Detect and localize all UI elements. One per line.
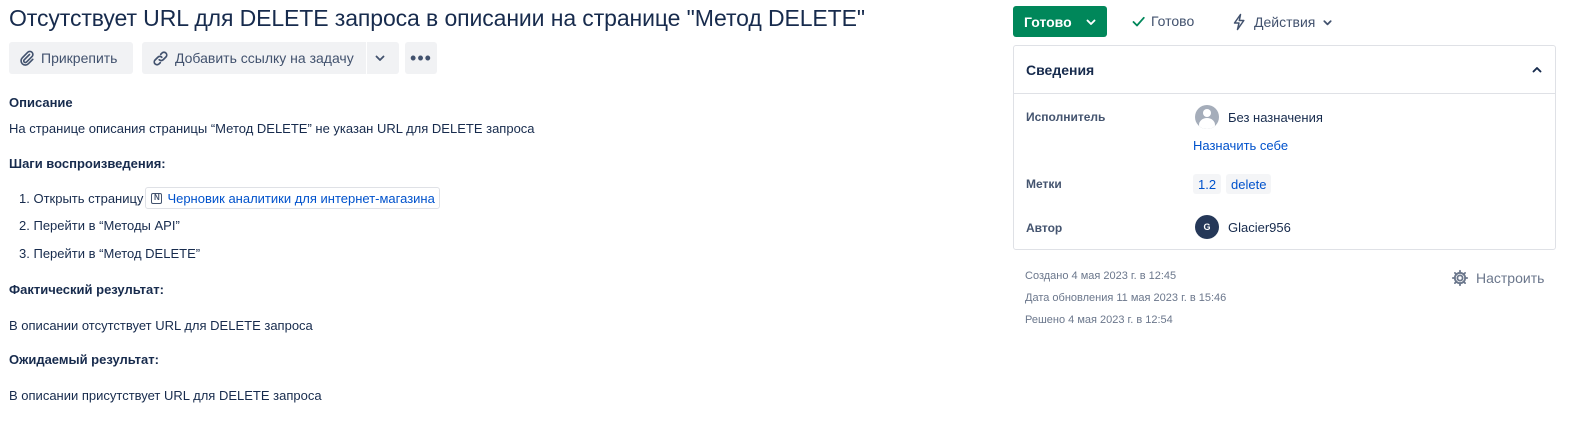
link-issue-button[interactable]: Добавить ссылку на задачу [142, 42, 366, 74]
updated-timestamp: Дата обновления 11 мая 2023 г. в 15:46 [1025, 292, 1227, 304]
step-number: 3. [19, 246, 30, 261]
link-issue-label: Добавить ссылку на задачу [175, 50, 354, 66]
check-icon [1132, 16, 1145, 26]
steps-heading: Шаги воспроизведения: [9, 156, 166, 171]
list-item: 3. Перейти в “Метод DELETE” [19, 246, 200, 261]
paperclip-icon [20, 50, 34, 66]
chevron-up-icon[interactable] [1531, 64, 1543, 76]
labels-label: Метки [1026, 177, 1062, 191]
details-panel-title: Сведения [1026, 61, 1095, 78]
description-label: Описание [9, 95, 73, 110]
reporter-name[interactable]: Glacier956 [1228, 220, 1291, 235]
issue-main-column: Отсутствует URL для DELETE запроса в опи… [0, 0, 1000, 427]
expected-result-text: В описании присутствует URL для DELETE з… [9, 388, 322, 403]
notion-icon: N [151, 192, 163, 204]
details-panel: Сведения Исполнитель Без назначения Назн… [1013, 45, 1556, 250]
link-issue-dropdown[interactable] [367, 42, 399, 74]
assignee-label: Исполнитель [1026, 110, 1106, 124]
description-summary: На странице описания страницы “Метод DEL… [9, 121, 535, 136]
status-label: Готово [1024, 13, 1072, 30]
actual-result-text: В описании отсутствует URL для DELETE за… [9, 318, 313, 333]
configure-button[interactable]: Настроить [1451, 269, 1544, 287]
more-icon: ••• [410, 47, 432, 68]
inline-page-link[interactable]: N Черновик аналитики для интернет-магази… [145, 187, 440, 209]
chevron-down-icon [1323, 19, 1332, 25]
more-actions-button[interactable]: ••• [405, 42, 437, 74]
step-number: 2. [19, 218, 30, 233]
actual-result-heading: Фактический результат: [9, 282, 164, 297]
configure-label: Настроить [1476, 270, 1545, 286]
resolution-indicator: Готово [1131, 13, 1194, 29]
issue-toolbar: Прикрепить Добавить ссылку на задачу ••• [9, 42, 437, 74]
list-item: 2. Перейти в “Методы API” [19, 218, 180, 233]
step-text: Открыть страницу [33, 190, 144, 206]
status-transition-button[interactable]: Готово [1013, 6, 1107, 37]
reporter-label: Автор [1026, 221, 1063, 235]
step-text: Перейти в “Метод DELETE” [33, 246, 201, 261]
attach-button[interactable]: Прикрепить [9, 42, 133, 74]
step-text: Перейти в “Методы API” [33, 218, 180, 233]
assign-to-me-link[interactable]: Назначить себе [1193, 138, 1288, 153]
created-timestamp: Создано 4 мая 2023 г. в 12:45 [1025, 270, 1177, 282]
step-number: 1. [19, 190, 30, 206]
list-item: 1. Открыть страницу N Черновик аналитики… [19, 187, 440, 209]
label-tag[interactable]: 1.2 [1193, 174, 1222, 194]
gear-icon [1451, 269, 1469, 287]
expected-result-heading: Ожидаемый результат: [9, 352, 159, 367]
actions-label: Действия [1254, 14, 1316, 30]
assignee-value[interactable]: Без назначения [1228, 110, 1323, 125]
chevron-down-icon [375, 55, 385, 61]
resolution-label: Готово [1151, 13, 1195, 29]
actions-dropdown[interactable]: Действия [1232, 13, 1333, 31]
chevron-down-icon [1086, 19, 1096, 25]
attach-label: Прикрепить [41, 50, 118, 66]
issue-title[interactable]: Отсутствует URL для DELETE запроса в опи… [9, 5, 865, 32]
unassigned-avatar [1195, 105, 1219, 129]
label-tag[interactable]: delete [1226, 174, 1272, 194]
link-icon [153, 50, 168, 66]
lightning-icon [1233, 13, 1245, 31]
inline-page-link-label: Черновик аналитики для интернет-магазина [167, 190, 435, 206]
avatar: G [1195, 215, 1219, 239]
resolved-timestamp: Решено 4 мая 2023 г. в 12:54 [1025, 314, 1173, 326]
details-panel-header[interactable]: Сведения [1014, 46, 1555, 94]
